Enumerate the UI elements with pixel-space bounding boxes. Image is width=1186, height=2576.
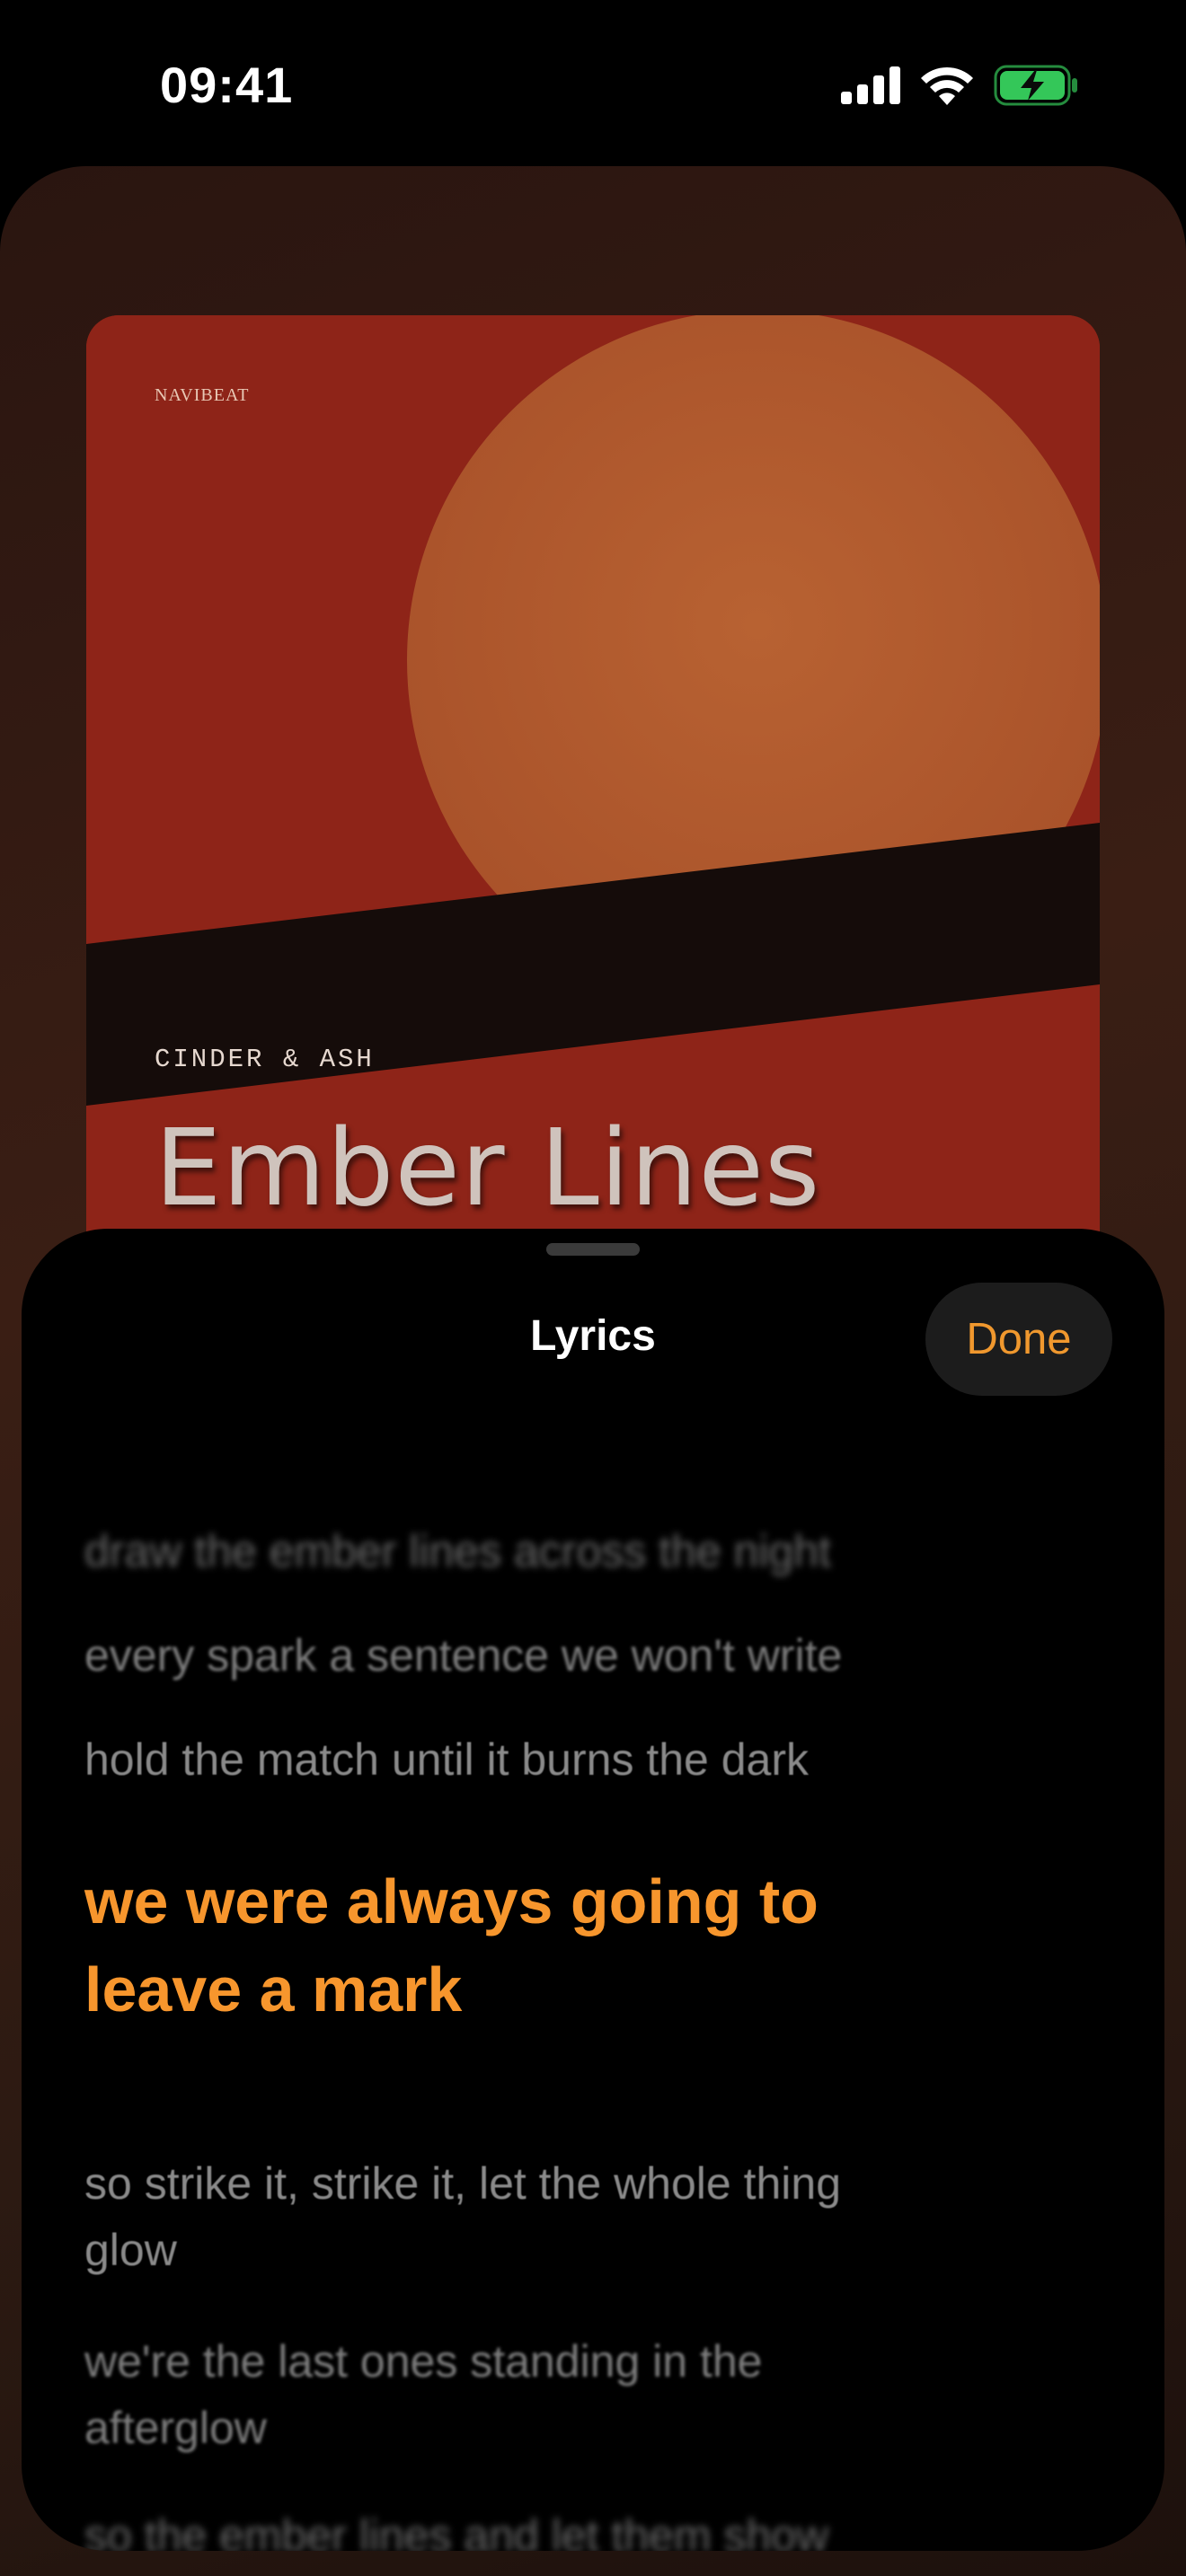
album-artwork: NAVIBEAT CINDER & ASH Ember Lines — [86, 315, 1100, 1328]
album-label: NAVIBEAT — [155, 385, 250, 405]
sheet-grabber-handle[interactable] — [546, 1243, 640, 1256]
status-bar: 09:41 — [0, 0, 1186, 162]
wifi-icon — [921, 66, 973, 105]
now-playing-screen: 09:41 NAVIBEAT CINDER & ASH Ember Lines … — [0, 0, 1186, 2576]
current-lyric-line[interactable]: we were always going to leave a mark — [84, 1857, 947, 2033]
cellular-signal-icon — [841, 66, 900, 104]
status-time: 09:41 — [160, 57, 294, 113]
lyric-line[interactable]: we're the last ones standing in the afte… — [84, 2328, 857, 2461]
lyric-line[interactable]: draw the ember lines across the night — [84, 1518, 1028, 1584]
status-icons — [841, 63, 1078, 108]
lyric-line[interactable]: so strike it, strike it, let the whole t… — [84, 2150, 857, 2283]
battery-charging-icon — [994, 65, 1077, 106]
lyric-line[interactable]: so the ember lines and let them show — [84, 2502, 1028, 2551]
album-artist: CINDER & ASH — [155, 1045, 375, 1074]
lyric-line[interactable]: every spark a sentence we won't write — [84, 1622, 1028, 1689]
done-button[interactable]: Done — [925, 1283, 1112, 1396]
lyric-line[interactable]: hold the match until it burns the dark — [84, 1726, 1028, 1793]
album-title: Ember Lines — [155, 1106, 821, 1230]
lyrics-sheet: Lyrics Done draw the ember lines across … — [22, 1229, 1164, 2551]
